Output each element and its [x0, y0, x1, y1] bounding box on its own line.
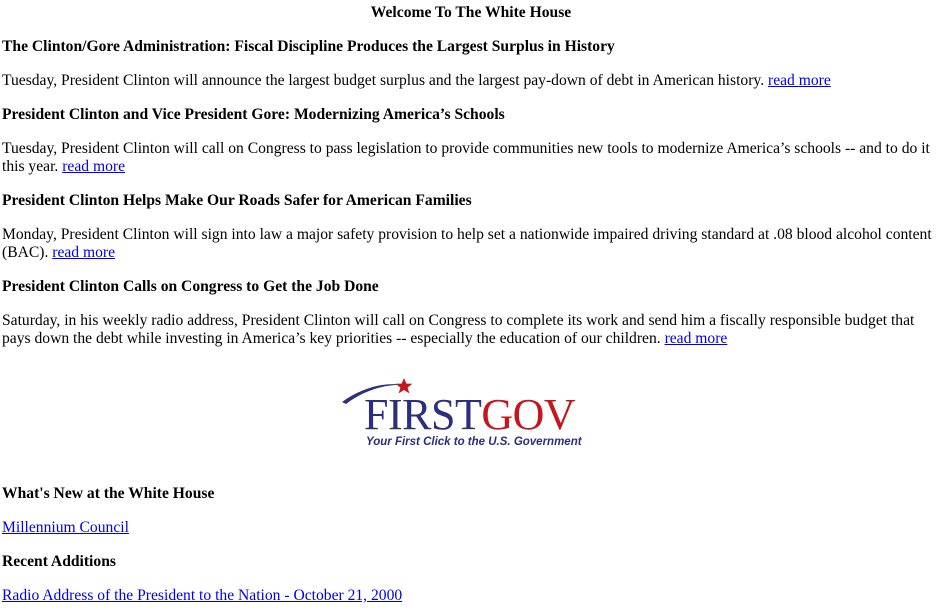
recent-additions-item: Radio Address of the President to the Na…: [2, 587, 938, 605]
read-more-link[interactable]: read more: [62, 158, 125, 175]
svg-text:FIRSTGOV: FIRSTGOV: [364, 390, 576, 439]
story-summary-text: Saturday, in his weekly radio address, P…: [2, 312, 915, 347]
page: Welcome To The White House The Clinton/G…: [0, 0, 942, 615]
read-more-link[interactable]: read more: [768, 72, 831, 89]
logo-word-gov: GOV: [481, 390, 576, 439]
story-summary: Tuesday, President Clinton will call on …: [2, 140, 938, 176]
page-title: Welcome To The White House: [370, 4, 572, 21]
read-more-link[interactable]: read more: [665, 330, 728, 347]
story-summary-text: Monday, President Clinton will sign into…: [2, 226, 932, 261]
firstgov-logo[interactable]: FIRSTGOV Your First Click to the U.S. Go…: [338, 376, 590, 450]
story-headline: President Clinton Calls on Congress to G…: [2, 278, 379, 295]
millennium-council-link[interactable]: Millennium Council: [2, 519, 129, 536]
story-summary: Saturday, in his weekly radio address, P…: [2, 312, 938, 348]
story-headline: President Clinton Helps Make Our Roads S…: [2, 192, 472, 209]
section-heading-whats-new: What's New at the White House: [2, 485, 215, 502]
read-more-link[interactable]: read more: [52, 244, 115, 261]
story-summary-text: Tuesday, President Clinton will announce…: [2, 72, 765, 89]
logo-tagline: Your First Click to the U.S. Government: [366, 436, 583, 448]
section-heading-recent-additions: Recent Additions: [2, 553, 116, 570]
story-headline: President Clinton and Vice President Gor…: [2, 106, 505, 123]
story-summary: Monday, President Clinton will sign into…: [2, 226, 938, 262]
story-summary-text: Tuesday, President Clinton will call on …: [2, 140, 930, 175]
story-headline: The Clinton/Gore Administration: Fiscal …: [2, 38, 615, 55]
story-summary: Tuesday, President Clinton will announce…: [2, 72, 938, 90]
whats-new-item: Millennium Council: [2, 519, 938, 537]
radio-address-link[interactable]: Radio Address of the President to the Na…: [2, 587, 402, 604]
logo-word-first: FIRST: [364, 390, 482, 439]
firstgov-logo-graphic: FIRSTGOV Your First Click to the U.S. Go…: [342, 378, 583, 448]
